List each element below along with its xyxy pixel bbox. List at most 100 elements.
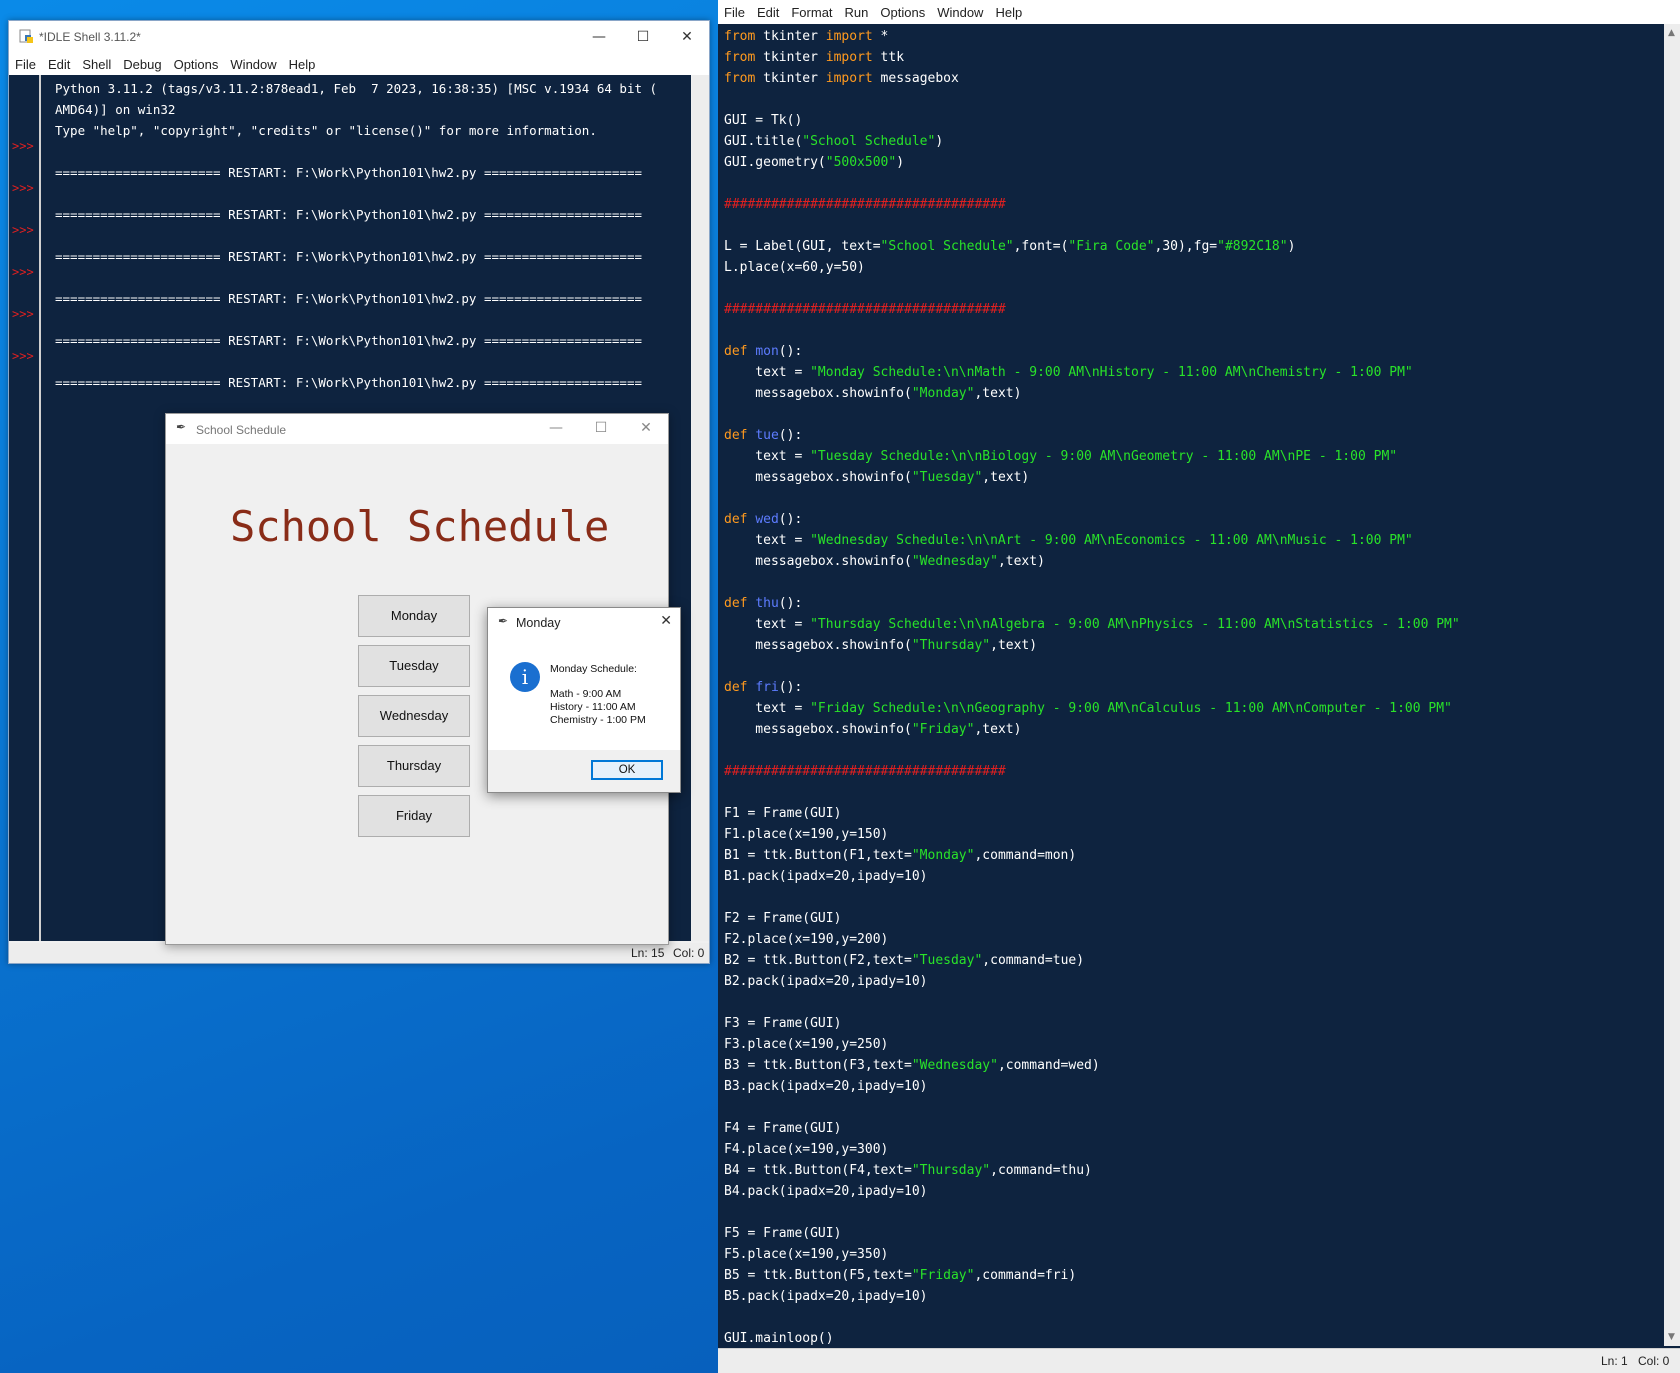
editor-scrollbar[interactable]: ▲ ▼	[1664, 24, 1680, 1346]
code-line: B5.pack(ipadx=20,ipady=10)	[724, 1286, 1644, 1307]
menu-help[interactable]: Help	[283, 57, 322, 72]
code-token: )	[935, 134, 944, 149]
code-line: L = Label(GUI, text="School Schedule",fo…	[724, 236, 1644, 257]
minimize-icon[interactable]: —	[577, 21, 621, 53]
menu-debug[interactable]: Debug	[117, 57, 167, 72]
code-line: B2 = ttk.Button(F2,text="Tuesday",comman…	[724, 950, 1644, 971]
code-token: B2 = ttk.Button(F2,text=	[724, 953, 912, 968]
code-line: L.place(x=60,y=50)	[724, 257, 1644, 278]
code-token: messagebox.showinfo(	[724, 386, 912, 401]
code-token: mon	[755, 344, 779, 359]
menu-edit[interactable]: Edit	[751, 5, 785, 20]
close-icon[interactable]: ✕	[665, 21, 709, 53]
ok-button[interactable]: OK	[591, 760, 663, 780]
code-token: ,command=thu)	[990, 1163, 1092, 1178]
minimize-icon[interactable]: —	[534, 413, 578, 443]
menu-file[interactable]: File	[718, 5, 751, 20]
code-token: F4 = Frame(GUI)	[724, 1121, 842, 1136]
menu-options[interactable]: Options	[874, 5, 931, 20]
code-line: B2.pack(ipadx=20,ipady=10)	[724, 971, 1644, 992]
thursday-button[interactable]: Thursday	[358, 745, 470, 787]
restart-line: ====================== RESTART: F:\Work\…	[55, 291, 642, 306]
menu-file[interactable]: File	[9, 57, 42, 72]
code-line: text = "Thursday Schedule:\n\nAlgebra - …	[724, 614, 1644, 635]
code-token: "#892C18"	[1217, 239, 1288, 254]
app-titlebar[interactable]: ✒ School Schedule — ☐ ✕	[166, 414, 668, 444]
code-line: B4.pack(ipadx=20,ipady=10)	[724, 1181, 1644, 1202]
scroll-up-icon[interactable]: ▲	[1668, 28, 1675, 38]
code-token: import	[825, 50, 873, 65]
code-token: tkinter	[755, 50, 826, 65]
code-token: "Thursday"	[911, 638, 991, 653]
code-token: )	[896, 155, 905, 170]
shell-titlebar[interactable]: *IDLE Shell 3.11.2* — ☐ ✕	[9, 21, 709, 53]
code-token: "Tuesday"	[911, 953, 983, 968]
menu-edit[interactable]: Edit	[42, 57, 76, 72]
close-icon[interactable]: ✕	[624, 413, 668, 443]
code-token: messagebox.showinfo(	[724, 554, 912, 569]
code-token: F2.place(x=190,y=200)	[724, 932, 889, 947]
menu-shell[interactable]: Shell	[76, 57, 117, 72]
editor-statusbar: Ln: 1 Col: 0	[718, 1348, 1680, 1373]
code-token: ,command=fri)	[974, 1268, 1077, 1283]
menu-format[interactable]: Format	[785, 5, 838, 20]
code-token: "Wednesday"	[911, 1058, 998, 1073]
code-line: F5 = Frame(GUI)	[724, 1223, 1644, 1244]
scroll-down-icon[interactable]: ▼	[1668, 1332, 1675, 1342]
code-line: messagebox.showinfo("Friday",text)	[724, 719, 1644, 740]
maximize-icon[interactable]: ☐	[579, 413, 623, 443]
code-token: import	[825, 71, 873, 86]
code-token: "School Schedule"	[880, 239, 1014, 254]
code-token: GUI = Tk()	[724, 113, 803, 128]
code-token: "Monday"	[911, 848, 975, 863]
menu-options[interactable]: Options	[168, 57, 225, 72]
code-token: ,font=(	[1013, 239, 1069, 254]
code-line: GUI = Tk()	[724, 110, 1644, 131]
messagebox-line: Math - 9:00 AM	[550, 688, 622, 700]
code-token: B4.pack(ipadx=20,ipady=10)	[724, 1184, 928, 1199]
code-token: "School Schedule"	[802, 134, 936, 149]
menu-window[interactable]: Window	[224, 57, 282, 72]
maximize-icon[interactable]: ☐	[621, 21, 665, 53]
shell-prompt-gutter: >>> >>> >>> >>> >>> >>>	[9, 75, 41, 941]
code-token: "Tuesday"	[911, 470, 983, 485]
code-token: tkinter	[755, 71, 826, 86]
tk-feather-icon: ✒	[176, 420, 187, 434]
code-token: F1 = Frame(GUI)	[724, 806, 842, 821]
code-token: text =	[724, 365, 811, 380]
code-line: messagebox.showinfo("Thursday",text)	[724, 635, 1644, 656]
menu-help[interactable]: Help	[989, 5, 1028, 20]
code-token: wed	[755, 512, 779, 527]
code-token: ####################################	[724, 197, 1006, 212]
code-token: from	[724, 29, 756, 44]
code-token: ,text)	[974, 386, 1022, 401]
tuesday-button[interactable]: Tuesday	[358, 645, 470, 687]
code-token: GUI.mainloop()	[724, 1331, 834, 1346]
code-line: from tkinter import ttk	[724, 47, 1644, 68]
close-icon[interactable]: ✕	[660, 613, 672, 629]
shell-scrollbar[interactable]	[692, 75, 709, 941]
code-editor[interactable]: from tkinter import * from tkinter import…	[724, 26, 1644, 1346]
code-token: ,command=tue)	[982, 953, 1085, 968]
code-line: messagebox.showinfo("Tuesday",text)	[724, 467, 1644, 488]
code-token: B3.pack(ipadx=20,ipady=10)	[724, 1079, 928, 1094]
code-token: F5.place(x=190,y=350)	[724, 1247, 889, 1262]
code-token: F3 = Frame(GUI)	[724, 1016, 842, 1031]
menu-window[interactable]: Window	[931, 5, 989, 20]
menu-run[interactable]: Run	[839, 5, 875, 20]
monday-button[interactable]: Monday	[358, 595, 470, 637]
friday-button[interactable]: Friday	[358, 795, 470, 837]
messagebox-titlebar[interactable]: ✒ Monday ✕	[488, 608, 680, 638]
code-token: GUI.geometry(	[724, 155, 826, 170]
code-line: F1 = Frame(GUI)	[724, 803, 1644, 824]
code-token: from	[724, 50, 756, 65]
code-token: messagebox.showinfo(	[724, 638, 912, 653]
wednesday-button[interactable]: Wednesday	[358, 695, 470, 737]
banner-line: AMD64)] on win32	[55, 102, 176, 117]
code-line: B3.pack(ipadx=20,ipady=10)	[724, 1076, 1644, 1097]
